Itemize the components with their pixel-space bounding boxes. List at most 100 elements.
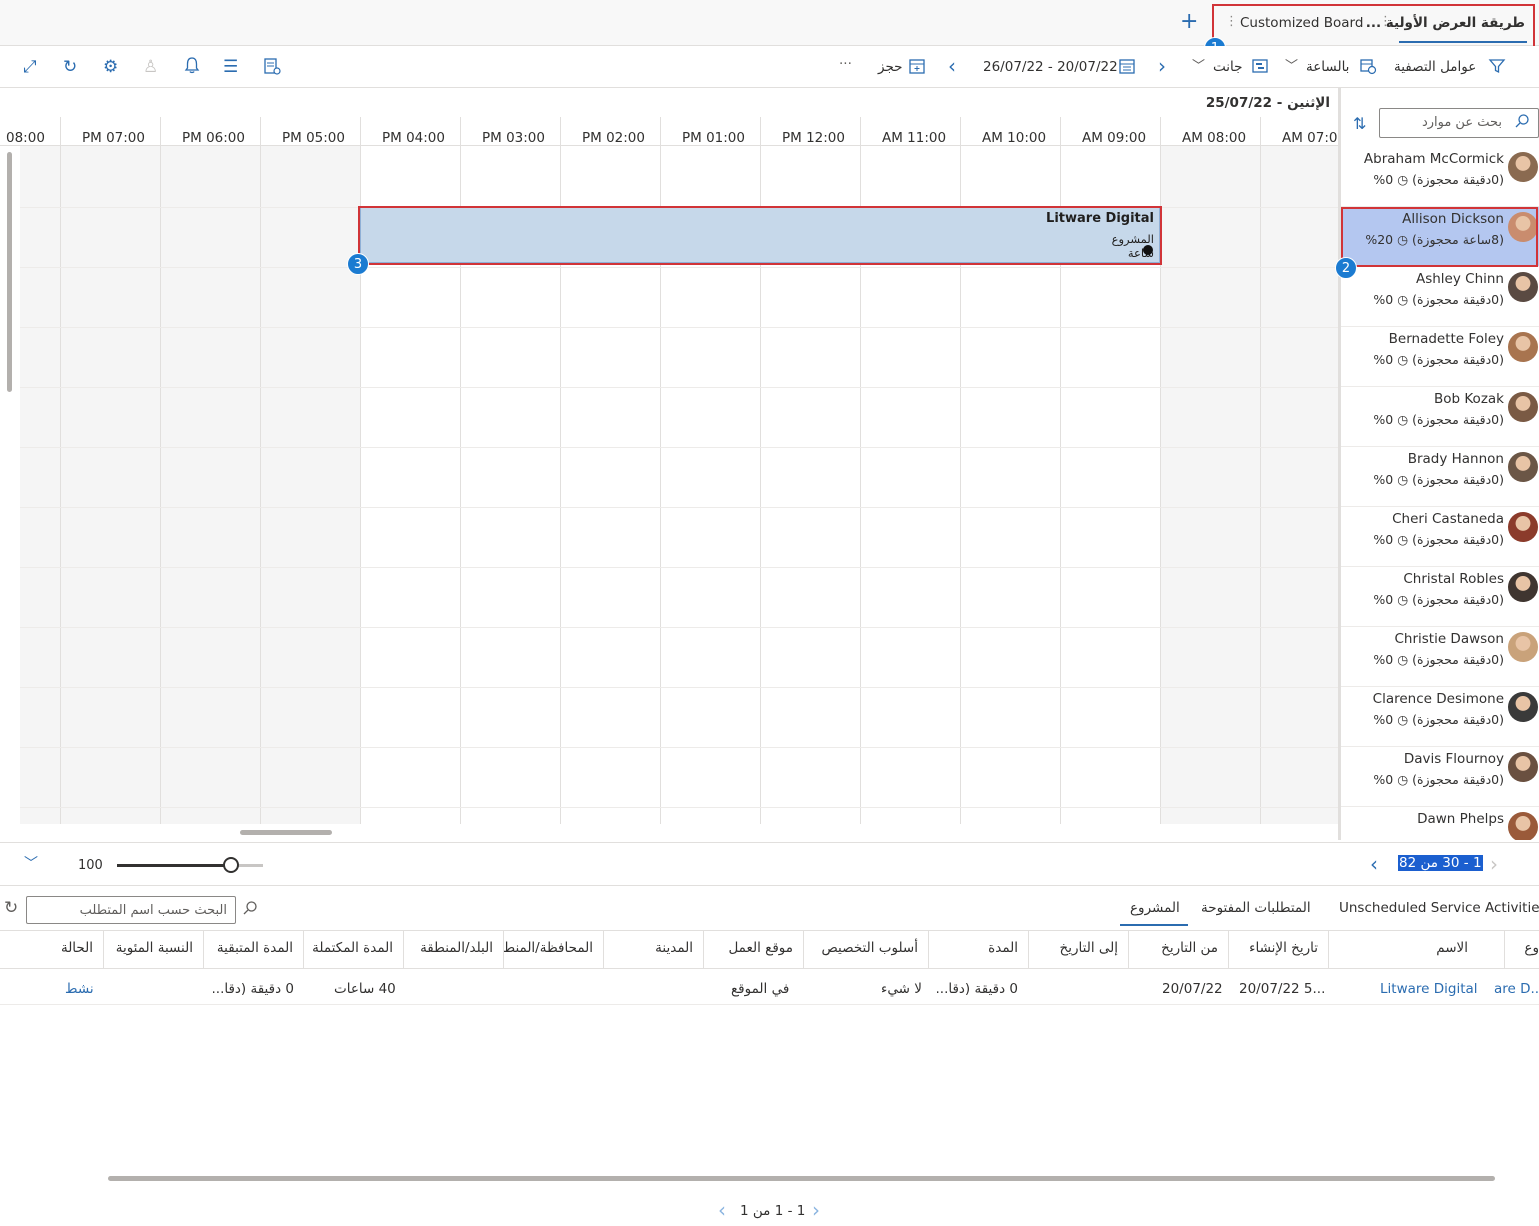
cell-name[interactable]: Litware Digital xyxy=(1380,981,1478,997)
avatar xyxy=(1508,752,1538,782)
zoom-slider-track[interactable] xyxy=(117,857,263,873)
column-separator[interactable] xyxy=(803,931,804,969)
column-header[interactable]: من التاريخ xyxy=(1161,940,1218,956)
column-header[interactable]: موقع العمل xyxy=(728,940,793,956)
column-separator[interactable] xyxy=(303,931,304,969)
tab-open-requirements[interactable]: المتطلبات المفتوحة xyxy=(1201,900,1311,916)
column-header[interactable]: النسبة المئوية xyxy=(116,940,193,956)
refresh-icon[interactable]: ↻ xyxy=(63,57,77,77)
highlight-box-3 xyxy=(358,206,1162,265)
zoom-strip: ﹀ 100 ‹ 1 - 30 من 82 › xyxy=(0,842,1539,886)
chevron-down-icon[interactable]: ﹀ xyxy=(1285,57,1298,77)
cell-status[interactable]: نشط xyxy=(65,981,94,997)
column-separator[interactable] xyxy=(1028,931,1029,969)
pager-prev-icon[interactable]: ‹ xyxy=(1370,852,1378,876)
book-button-label[interactable]: حجز xyxy=(878,59,903,75)
hourly-view-label[interactable]: بالساعة xyxy=(1306,59,1349,75)
cell-completed: 40 ساعات xyxy=(334,981,396,997)
pager-next-icon: › xyxy=(812,1198,820,1222)
column-separator[interactable] xyxy=(603,931,604,969)
search-icon[interactable] xyxy=(242,900,258,920)
date-range[interactable]: 26/07/22 - 20/07/22 xyxy=(983,59,1118,75)
resource-row[interactable]: Cheri Castaneda (0دقيقة محجوزة) ◷ 0% xyxy=(1341,507,1539,567)
filter-icon[interactable] xyxy=(1488,57,1506,80)
column-separator[interactable] xyxy=(1128,931,1129,969)
hourly-icon[interactable] xyxy=(1359,57,1377,80)
grid-row-line xyxy=(20,507,1338,508)
chevron-left-icon[interactable]: ‹ xyxy=(948,56,956,76)
horizontal-scrollbar[interactable] xyxy=(240,830,332,835)
column-separator[interactable] xyxy=(1504,931,1505,969)
resource-row[interactable]: Christal Robles (0دقيقة محجوزة) ◷ 0% xyxy=(1341,567,1539,627)
column-header[interactable]: المحافظة/المنط xyxy=(501,940,593,956)
resource-row[interactable]: Bernadette Foley (0دقيقة محجوزة) ◷ 0% xyxy=(1341,327,1539,387)
gear-icon[interactable]: ⚙ xyxy=(103,57,118,77)
sort-icon[interactable]: ⇅ xyxy=(1353,114,1366,133)
table-horizontal-scrollbar[interactable] xyxy=(108,1176,1495,1181)
filters-label[interactable]: عوامل التصفية xyxy=(1394,59,1476,75)
resource-row[interactable]: Christie Dawson (0دقيقة محجوزة) ◷ 0% xyxy=(1341,627,1539,687)
hour-label: AM 08:00 xyxy=(1182,130,1247,146)
tab-project[interactable]: المشروع xyxy=(1130,900,1180,916)
pager-next-icon: › xyxy=(1490,852,1498,876)
highlight-box-2 xyxy=(1341,207,1538,267)
calendar-icon[interactable] xyxy=(1118,57,1136,80)
book-icon[interactable] xyxy=(908,57,926,80)
column-header[interactable]: المدينة xyxy=(655,940,693,956)
refresh-icon[interactable]: ↻ xyxy=(4,898,18,918)
column-separator[interactable] xyxy=(503,931,504,969)
column-header[interactable]: أسلوب التخصيص xyxy=(822,940,918,956)
requirement-search-field[interactable]: البحث حسب اسم المتطلب xyxy=(26,896,236,924)
table-header-top-border xyxy=(0,930,1539,931)
hour-label: 08:00 xyxy=(6,130,45,146)
column-separator[interactable] xyxy=(103,931,104,969)
column-separator[interactable] xyxy=(1328,931,1329,969)
column-header[interactable]: المدة المتبقية xyxy=(217,940,293,956)
callout-3: 3 xyxy=(347,253,369,275)
cell-duration: 0 دقيقة (دقا... xyxy=(937,981,1018,997)
column-header[interactable]: إلى التاريخ xyxy=(1060,940,1118,956)
resource-name: Bob Kozak xyxy=(1434,391,1504,407)
column-header[interactable]: المدة المكتملة xyxy=(312,940,393,956)
resource-row[interactable]: Abraham McCormick (0دقيقة محجوزة) ◷ 0% xyxy=(1341,147,1539,207)
tab-unscheduled-service-activities[interactable]: Unscheduled Service Activities xyxy=(1339,900,1539,916)
resource-utilization: (0دقيقة محجوزة) ◷ 0% xyxy=(1373,772,1504,787)
callout-2: 2 xyxy=(1335,257,1357,279)
column-separator[interactable] xyxy=(703,931,704,969)
column-header[interactable]: تاريخ الإنشاء xyxy=(1249,940,1318,956)
list-icon[interactable]: ☰ xyxy=(223,57,238,77)
expand-icon[interactable]: ⤢ xyxy=(23,57,37,77)
resource-name: Dawn Phelps xyxy=(1417,811,1504,827)
more-options-button[interactable]: ··· xyxy=(839,56,852,72)
resource-row[interactable]: Clarence Desimone (0دقيقة محجوزة) ◷ 0% xyxy=(1341,687,1539,747)
resource-row[interactable]: Ashley Chinn (0دقيقة محجوزة) ◷ 0% xyxy=(1341,267,1539,327)
resource-row[interactable]: Davis Flournoy (0دقيقة محجوزة) ◷ 0% xyxy=(1341,747,1539,807)
bell-icon[interactable] xyxy=(184,56,200,79)
resource-search-field[interactable]: بحث عن موارد xyxy=(1379,108,1539,138)
resource-row[interactable]: Bob Kozak (0دقيقة محجوزة) ◷ 0% xyxy=(1341,387,1539,447)
column-header[interactable]: المدة xyxy=(988,940,1018,956)
highlight-box-1 xyxy=(1212,4,1535,49)
chevron-right-icon[interactable]: › xyxy=(1158,56,1166,76)
column-header[interactable]: الحالة xyxy=(61,940,93,956)
resource-name: Davis Flournoy xyxy=(1403,751,1504,767)
column-header[interactable]: وع xyxy=(1524,940,1539,956)
gantt-view-label[interactable]: جانت xyxy=(1213,59,1242,75)
resource-row[interactable]: Dawn Phelps xyxy=(1341,807,1539,840)
vertical-scrollbar[interactable] xyxy=(7,152,12,392)
column-separator[interactable] xyxy=(203,931,204,969)
chevron-down-icon[interactable]: ﹀ xyxy=(1192,57,1205,77)
column-header[interactable]: البلد/المنطقة xyxy=(420,940,493,956)
plus-icon[interactable]: + xyxy=(1180,10,1198,34)
column-separator[interactable] xyxy=(403,931,404,969)
zoom-slider-thumb[interactable] xyxy=(223,857,239,873)
board-settings-icon[interactable] xyxy=(263,57,281,80)
gantt-icon[interactable] xyxy=(1251,57,1269,80)
cell-type[interactable]: are D... xyxy=(1494,981,1539,997)
resource-row[interactable]: Brady Hannon (0دقيقة محجوزة) ◷ 0% xyxy=(1341,447,1539,507)
column-separator[interactable] xyxy=(928,931,929,969)
resources-panel: ⇅ بحث عن موارد Abraham McCormick (0دقيقة … xyxy=(1338,88,1539,840)
column-separator[interactable] xyxy=(1228,931,1229,969)
collapse-chevron-icon[interactable]: ﹀ xyxy=(24,853,38,873)
column-header[interactable]: الاسم xyxy=(1436,940,1468,956)
